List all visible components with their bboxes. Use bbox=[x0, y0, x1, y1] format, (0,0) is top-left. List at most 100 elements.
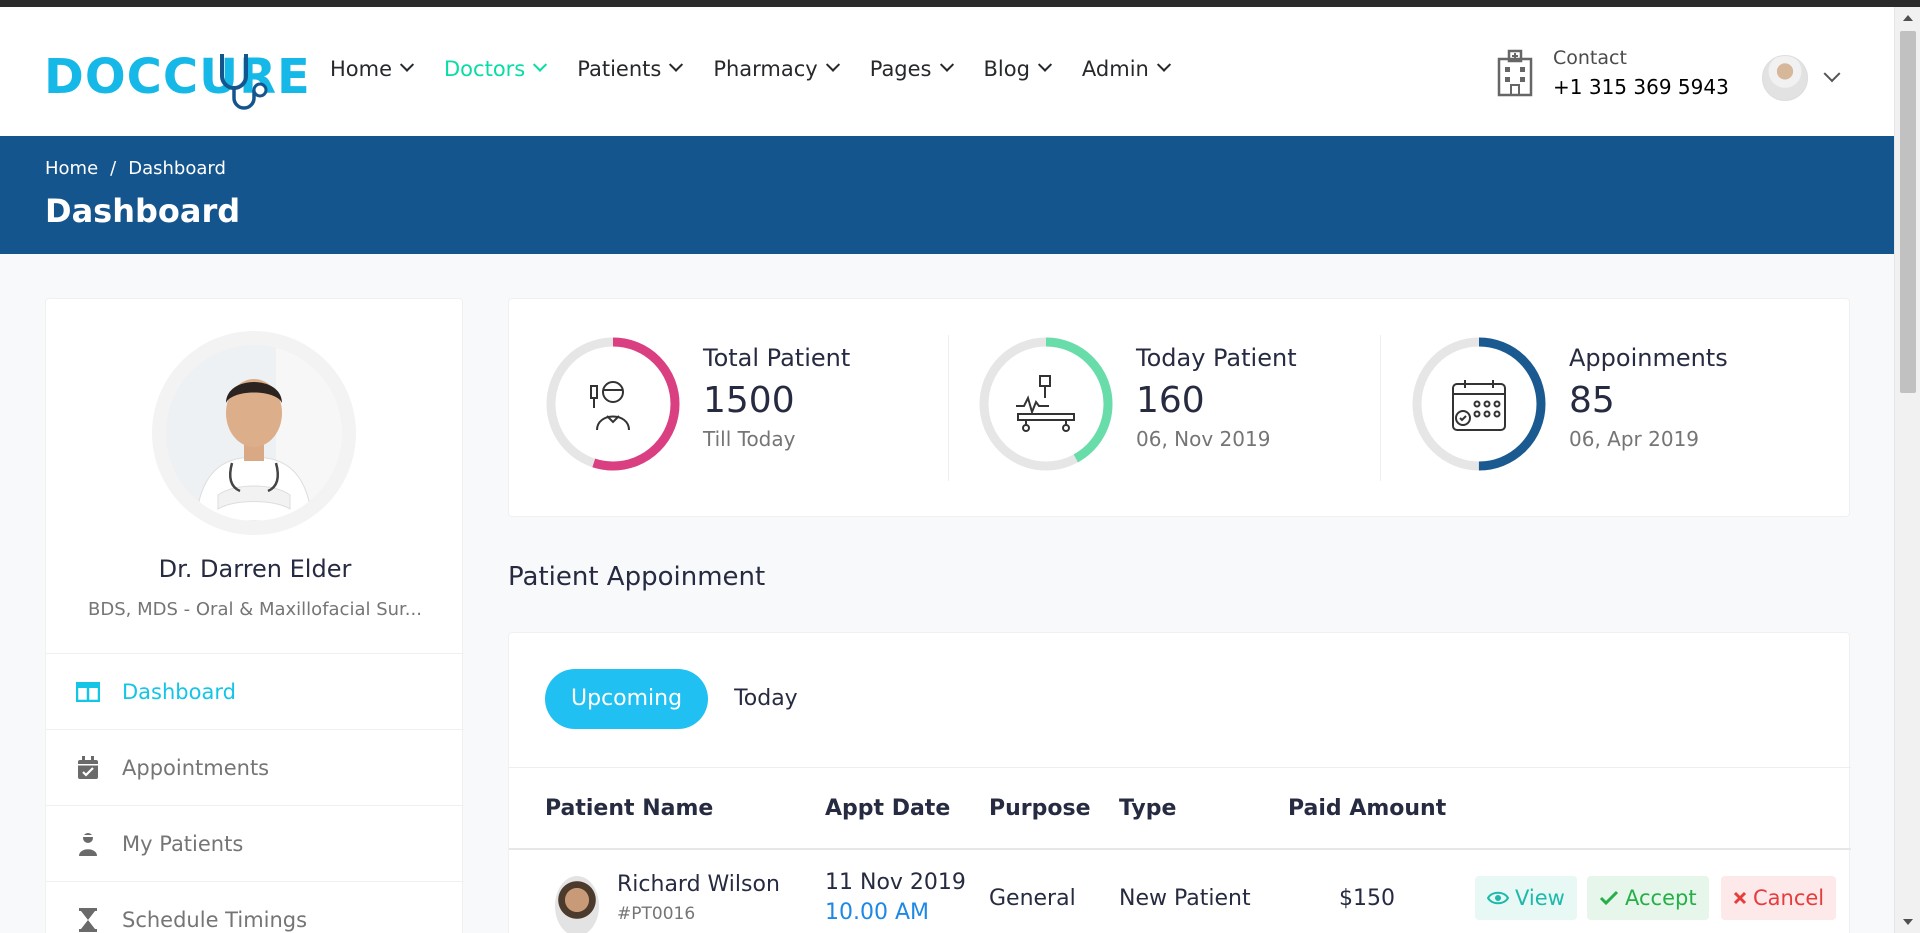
sidebar-item-appointments[interactable]: Appointments bbox=[46, 729, 464, 805]
page-title: Dashboard bbox=[45, 192, 241, 230]
table-row: Richard Wilson #PT0016 11 Nov 2019 10.00… bbox=[509, 852, 1851, 933]
chevron-down-icon bbox=[1156, 57, 1171, 72]
stethoscope-icon bbox=[220, 54, 268, 110]
tab-today[interactable]: Today bbox=[708, 669, 824, 729]
nav-patients[interactable]: Patients bbox=[577, 57, 684, 81]
nav-blog[interactable]: Blog bbox=[983, 57, 1052, 81]
dashboard-menu: Dashboard Appointments My Patients Sched… bbox=[46, 653, 464, 933]
sidebar-item-label: Dashboard bbox=[122, 679, 236, 704]
avatar[interactable] bbox=[1762, 55, 1808, 101]
contact-text: Contact +1 315 369 5943 bbox=[1553, 47, 1729, 99]
chevron-down-icon bbox=[939, 57, 954, 72]
view-button[interactable]: View bbox=[1475, 876, 1577, 920]
check-icon bbox=[1599, 890, 1619, 906]
sidebar-item-label: Appointments bbox=[122, 755, 270, 780]
stat-text: Appoinments 85 06, Apr 2019 bbox=[1569, 344, 1728, 451]
accept-label: Accept bbox=[1625, 886, 1697, 910]
cancel-button[interactable]: Cancel bbox=[1721, 876, 1837, 920]
column-header: Paid Amount bbox=[1288, 796, 1447, 821]
header-contact: Contact +1 315 369 5943 bbox=[1495, 47, 1729, 99]
nav-admin-label: Admin bbox=[1081, 57, 1149, 81]
view-label: View bbox=[1515, 886, 1565, 910]
doctor-name: Dr. Darren Elder bbox=[158, 555, 352, 583]
breadcrumb-bar: Home / Dashboard Dashboard bbox=[0, 136, 1894, 254]
stat-subtitle: Till Today bbox=[703, 427, 796, 451]
browser-top-border bbox=[0, 0, 1920, 7]
section-title: Patient Appoinment bbox=[508, 562, 766, 592]
chevron-down-icon bbox=[825, 57, 840, 72]
nav-blog-label: Blog bbox=[983, 57, 1030, 81]
patient-name[interactable]: Richard Wilson bbox=[617, 872, 780, 897]
avatar[interactable] bbox=[555, 876, 599, 933]
eye-icon bbox=[1487, 891, 1509, 905]
progress-ring bbox=[546, 337, 680, 471]
stat-title: Appoinments bbox=[1569, 344, 1728, 372]
user-menu[interactable] bbox=[1762, 55, 1841, 101]
scroll-up-icon[interactable] bbox=[1903, 15, 1913, 21]
stat-subtitle: 06, Apr 2019 bbox=[1569, 427, 1700, 451]
accept-button[interactable]: Accept bbox=[1587, 876, 1709, 920]
chevron-down-icon[interactable] bbox=[1823, 65, 1841, 83]
dashboard-stats-card: Total Patient 1500 Till Today Today Pati… bbox=[508, 298, 1850, 517]
appointment-tabs: Upcoming Today bbox=[545, 669, 824, 729]
breadcrumb-home[interactable]: Home bbox=[45, 158, 98, 179]
doctor-portrait-icon bbox=[166, 345, 342, 521]
nav-pages[interactable]: Pages bbox=[869, 57, 954, 81]
stat-text: Today Patient 160 06, Nov 2019 bbox=[1136, 344, 1297, 451]
stat-subtitle: 06, Nov 2019 bbox=[1136, 427, 1271, 451]
contact-label: Contact bbox=[1553, 47, 1627, 69]
hourglass-icon bbox=[76, 907, 100, 932]
table-header: Patient Name Appt Date Purpose Type Paid… bbox=[509, 768, 1851, 850]
doctor-profile-image bbox=[152, 331, 356, 535]
nav-home[interactable]: Home bbox=[330, 57, 415, 81]
nav-doctors[interactable]: Doctors bbox=[444, 57, 548, 81]
doccure-logo[interactable]: DOCCURE bbox=[44, 42, 311, 112]
column-header: Patient Name bbox=[545, 796, 714, 821]
column-header: Purpose bbox=[989, 796, 1091, 821]
column-header: Appt Date bbox=[825, 796, 951, 821]
scrollbar-thumb[interactable] bbox=[1900, 31, 1916, 393]
nav-pages-label: Pages bbox=[869, 57, 932, 81]
user-injured-icon bbox=[76, 832, 100, 856]
stat-value: 1500 bbox=[703, 380, 795, 421]
stat-value: 160 bbox=[1136, 380, 1205, 421]
tab-upcoming[interactable]: Upcoming bbox=[545, 669, 709, 729]
nav-admin[interactable]: Admin bbox=[1081, 57, 1171, 81]
site-header: DOCCURE Home Doctors Patients Pharmacy P… bbox=[0, 7, 1894, 136]
sidebar-item-schedule-timings[interactable]: Schedule Timings bbox=[46, 881, 464, 933]
columns-icon bbox=[76, 680, 100, 704]
page-scrollbar[interactable] bbox=[1894, 7, 1920, 933]
progress-ring bbox=[979, 337, 1113, 471]
chevron-down-icon bbox=[533, 57, 548, 72]
close-icon bbox=[1733, 891, 1747, 905]
appointments-card: Upcoming Today Patient Name Appt Date Pu… bbox=[508, 632, 1851, 933]
scroll-down-icon[interactable] bbox=[1903, 919, 1913, 925]
stat-text: Total Patient 1500 Till Today bbox=[703, 344, 850, 451]
appt-purpose: General bbox=[989, 886, 1076, 911]
breadcrumb-separator: / bbox=[110, 158, 117, 179]
appt-time: 10.00 AM bbox=[825, 900, 930, 925]
breadcrumb: Home / Dashboard bbox=[45, 158, 226, 179]
contact-phone[interactable]: +1 315 369 5943 bbox=[1553, 75, 1729, 99]
sidebar-item-dashboard[interactable]: Dashboard bbox=[46, 653, 464, 729]
progress-ring bbox=[1412, 337, 1546, 471]
sidebar-item-my-patients[interactable]: My Patients bbox=[46, 805, 464, 881]
nav-pharmacy[interactable]: Pharmacy bbox=[713, 57, 840, 81]
breadcrumb-current: Dashboard bbox=[128, 158, 226, 179]
stat-appointments: Appoinments 85 06, Apr 2019 bbox=[1375, 336, 1775, 476]
chevron-down-icon bbox=[1037, 57, 1052, 72]
nav-patients-label: Patients bbox=[577, 57, 662, 81]
stat-total-patient: Total Patient 1500 Till Today bbox=[509, 336, 909, 476]
appt-type: New Patient bbox=[1119, 886, 1251, 911]
patient-id: #PT0016 bbox=[617, 904, 696, 924]
chevron-down-icon bbox=[399, 57, 415, 72]
stat-today-patient: Today Patient 160 06, Nov 2019 bbox=[942, 336, 1342, 476]
doctor-photo bbox=[166, 345, 342, 521]
doctor-specialty: BDS, MDS - Oral & Maxillofacial Sur... bbox=[88, 599, 422, 620]
column-header: Type bbox=[1119, 796, 1177, 821]
sidebar-item-label: Schedule Timings bbox=[122, 907, 308, 932]
stat-value: 85 bbox=[1569, 380, 1615, 421]
cancel-label: Cancel bbox=[1753, 886, 1825, 910]
hospital-icon bbox=[1497, 49, 1533, 97]
nav-doctors-label: Doctors bbox=[444, 57, 526, 81]
